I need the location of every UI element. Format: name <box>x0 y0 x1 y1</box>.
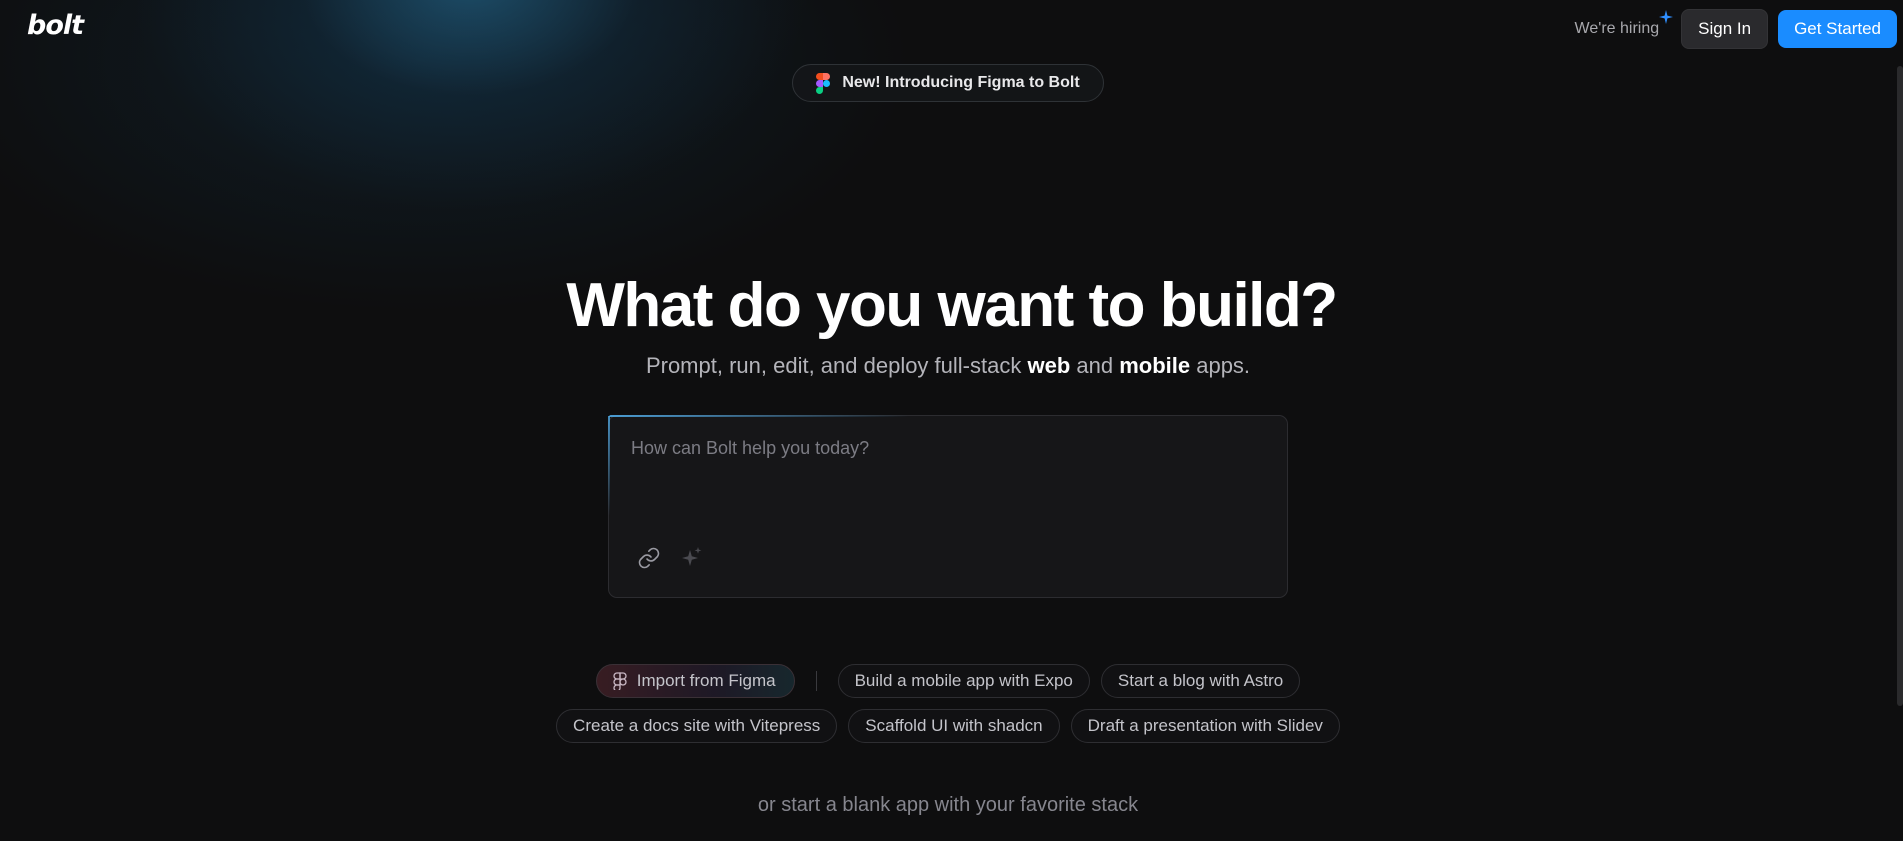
get-started-button[interactable]: Get Started <box>1778 10 1897 48</box>
sparkle-icon <box>1659 10 1674 24</box>
suggestion-chip-vitepress[interactable]: Create a docs site with Vitepress <box>556 709 838 743</box>
hiring-label: We're hiring <box>1574 20 1660 37</box>
chip-divider <box>815 671 817 691</box>
page: bolt We're hiring Sign In Get Started Ne… <box>0 0 1903 841</box>
suggestion-chip-astro[interactable]: Start a blog with Astro <box>1100 664 1301 698</box>
link-icon[interactable] <box>637 546 661 570</box>
suggestion-chip-expo[interactable]: Build a mobile app with Expo <box>837 664 1090 698</box>
prompt-toolbar <box>637 545 705 571</box>
hero-subtitle: Prompt, run, edit, and deploy full-stack… <box>0 353 1896 379</box>
import-figma-button[interactable]: Import from Figma <box>595 664 795 698</box>
sign-in-button[interactable]: Sign In <box>1681 9 1769 49</box>
blank-app-text[interactable]: or start a blank app with your favorite … <box>0 794 1896 817</box>
subtitle-mobile: mobile <box>1119 353 1191 378</box>
suggestions-row-1: Import from Figma Build a mobile app wit… <box>0 664 1896 698</box>
figma-icon <box>816 72 831 94</box>
sparkles-icon[interactable] <box>679 545 705 571</box>
suggestion-chip-shadcn[interactable]: Scaffold UI with shadcn <box>848 709 1060 743</box>
hero-title: What do you want to build? <box>566 271 1338 340</box>
figma-outline-icon <box>613 672 627 690</box>
prompt-box <box>608 415 1288 598</box>
header-nav: We're hiring Sign In Get Started <box>1575 9 1897 49</box>
prompt-input[interactable] <box>631 438 1251 459</box>
announcement-label: New! Introducing Figma to Bolt <box>842 74 1080 91</box>
announcement-pill[interactable]: New! Introducing Figma to Bolt <box>792 64 1104 102</box>
bolt-logo[interactable]: bolt <box>27 10 84 41</box>
suggestion-chip-slidev[interactable]: Draft a presentation with Slidev <box>1070 709 1340 743</box>
import-figma-label: Import from Figma <box>636 671 776 690</box>
suggestions-row-2: Create a docs site with Vitepress Scaffo… <box>0 709 1896 743</box>
subtitle-suffix: apps. <box>1190 353 1251 378</box>
scrollbar[interactable] <box>1897 66 1903 706</box>
subtitle-prefix: Prompt, run, edit, and deploy full-stack <box>645 353 1028 378</box>
subtitle-and: and <box>1070 353 1120 378</box>
hiring-link[interactable]: We're hiring <box>1574 10 1674 38</box>
subtitle-web: web <box>1027 353 1071 378</box>
